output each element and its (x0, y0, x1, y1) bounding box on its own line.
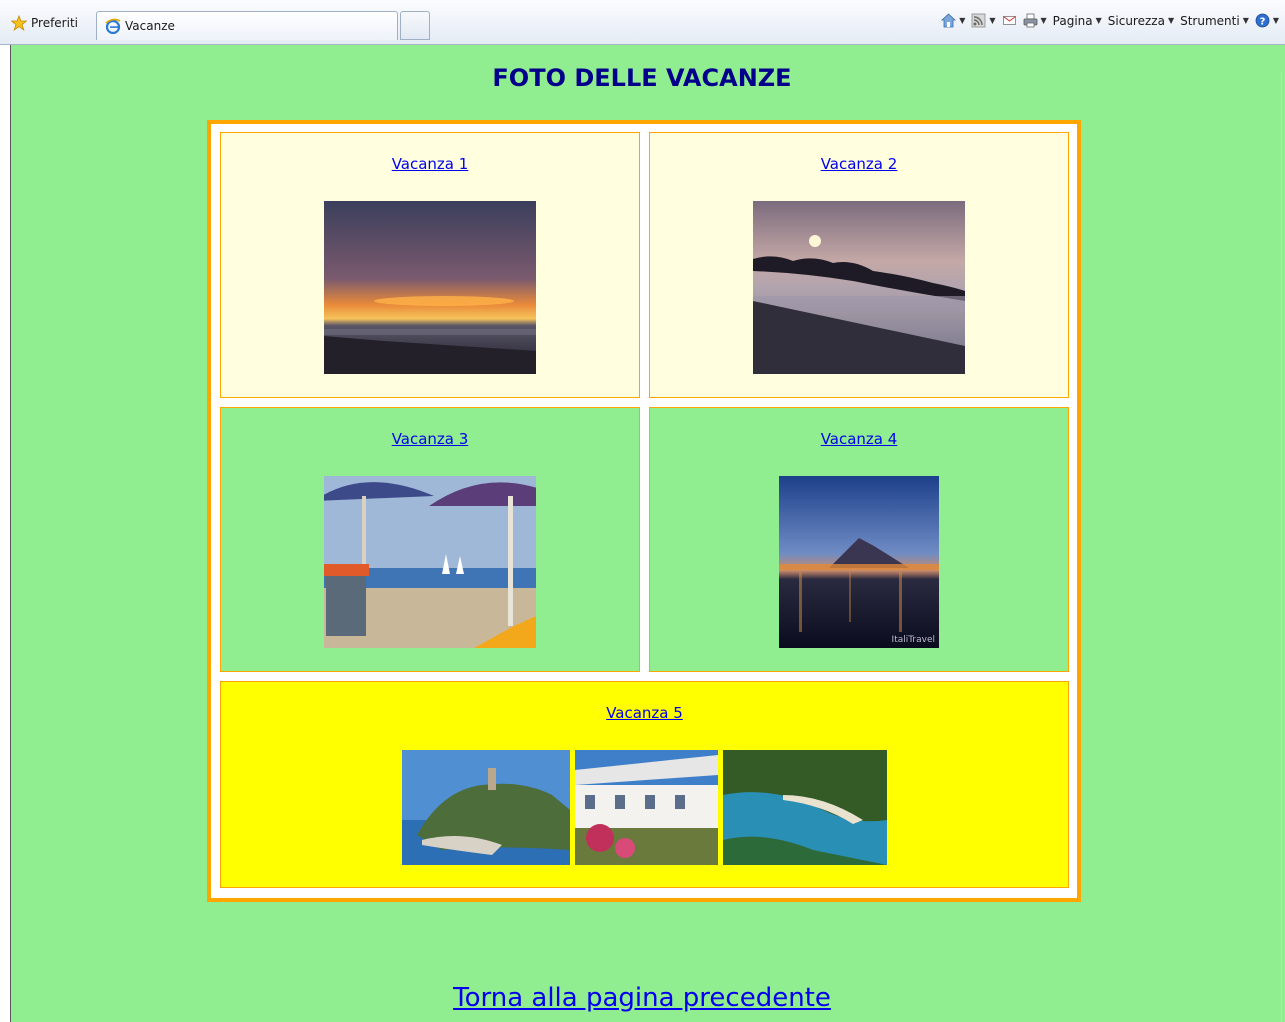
sicurezza-dropdown-arrow-icon: ▼ (1167, 16, 1175, 25)
mail-button[interactable] (1002, 13, 1017, 28)
page-title: FOTO DELLE VACANZE (492, 64, 792, 92)
vacanza-3-link[interactable]: Vacanza 3 (221, 430, 639, 448)
beach-umbrellas-photo[interactable] (324, 476, 536, 648)
favorites-label: Preferiti (31, 16, 78, 30)
ie-logo-icon (105, 18, 121, 34)
print-dropdown-arrow-icon[interactable]: ▼ (1041, 16, 1047, 25)
strumenti-menu[interactable]: Strumenti ▼ (1180, 14, 1249, 28)
pagina-dropdown-arrow-icon: ▼ (1095, 16, 1102, 25)
favorites-star-icon (11, 15, 27, 31)
tab-vacanze[interactable]: Vacanze (96, 11, 398, 40)
page-content: FOTO DELLE VACANZE Vacanza 1 Vacanza 2 V… (11, 45, 1273, 1022)
help-icon: ? (1255, 13, 1270, 28)
feeds-button[interactable]: ▼ (971, 13, 996, 28)
svg-text:?: ? (1259, 16, 1265, 27)
photo-table: Vacanza 1 Vacanza 2 Vacanza 3 Vacanza 4 … (207, 120, 1081, 902)
strumenti-label: Strumenti (1180, 13, 1240, 28)
tab-title: Vacanze (125, 19, 175, 33)
feeds-dropdown-arrow-icon[interactable]: ▼ (989, 16, 995, 25)
pagina-label: Pagina (1052, 13, 1093, 28)
printer-icon (1023, 13, 1037, 28)
rss-feed-icon (971, 13, 986, 28)
vacation-cell-3: Vacanza 3 (220, 407, 640, 672)
favorites-button[interactable]: Preferiti (11, 15, 78, 31)
cove-forest-photo[interactable] (723, 750, 887, 865)
vacation-cell-1: Vacanza 1 (220, 132, 640, 398)
command-bar: ▼ ▼ ▼ Pagina ▼ Sicurezza ▼ Strumenti ▼ ?… (941, 13, 1279, 28)
sunset-sea-photo[interactable] (324, 201, 536, 374)
vacanza-4-link[interactable]: Vacanza 4 (650, 430, 1068, 448)
window-left-edge (0, 45, 11, 1022)
help-dropdown-arrow-icon[interactable]: ▼ (1273, 16, 1279, 25)
vacanza-1-link[interactable]: Vacanza 1 (221, 155, 639, 173)
hotel-terrace-photo[interactable] (575, 750, 718, 865)
browser-toolbar: Preferiti Vacanze ▼ ▼ ▼ Pagina ▼ Sicurez… (0, 0, 1285, 45)
help-button[interactable]: ? ▼ (1255, 13, 1279, 28)
island-tower-photo[interactable] (402, 750, 570, 865)
vacanza-5-link[interactable]: Vacanza 5 (221, 704, 1068, 722)
scrollbar-track[interactable] (1281, 72, 1282, 1022)
home-dropdown-arrow-icon[interactable]: ▼ (959, 16, 965, 25)
home-button[interactable]: ▼ (941, 13, 965, 28)
window-right-edge (1273, 45, 1285, 1022)
home-icon (941, 13, 957, 28)
mail-icon (1002, 16, 1016, 25)
new-tab-button[interactable] (400, 11, 430, 40)
vacation-cell-2: Vacanza 2 (649, 132, 1069, 398)
sunset-rocks-beach-photo[interactable] (753, 201, 965, 374)
vacation-cell-5: Vacanza 5 (220, 681, 1069, 888)
print-button[interactable]: ▼ (1023, 13, 1047, 28)
strumenti-dropdown-arrow-icon: ▼ (1242, 16, 1249, 25)
photo-watermark: ItaliTravel (892, 635, 935, 645)
vacanza-2-link[interactable]: Vacanza 2 (650, 155, 1068, 173)
sicurezza-label: Sicurezza (1107, 13, 1165, 28)
vacation-cell-4: Vacanza 4 ItaliTravel (649, 407, 1069, 672)
back-link[interactable]: Torna alla pagina precedente (11, 983, 1273, 1013)
bay-night-volcano-photo[interactable]: ItaliTravel (779, 476, 939, 648)
pagina-menu[interactable]: Pagina ▼ (1053, 14, 1102, 28)
sicurezza-menu[interactable]: Sicurezza ▼ (1108, 14, 1174, 28)
